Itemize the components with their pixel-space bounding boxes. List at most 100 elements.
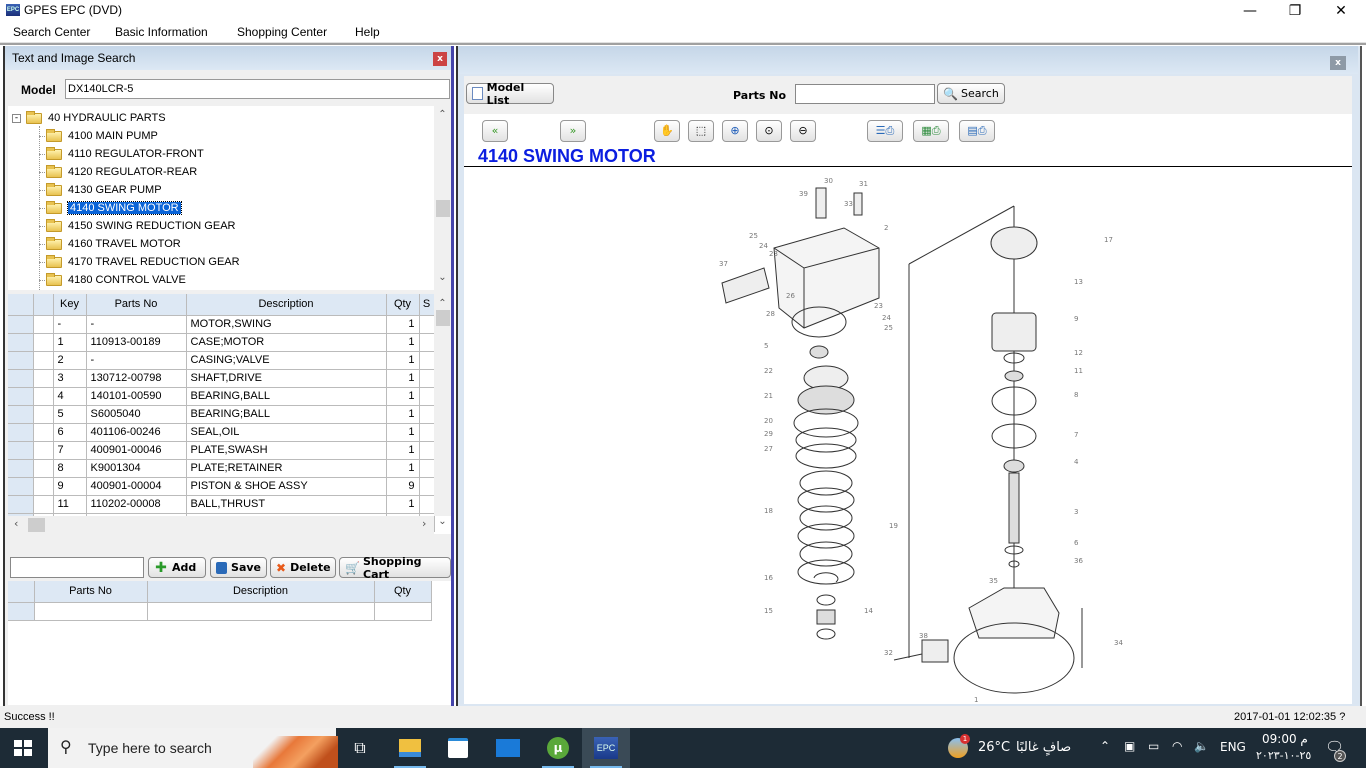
scroll-down-icon[interactable]: ⌄ [434, 516, 451, 527]
part-callout-label[interactable]: 35 [989, 577, 998, 585]
table-row[interactable]: 8 K9001304 PLATE;RETAINER 1 [8, 459, 435, 478]
zoom-fit-button[interactable]: ⊙ [756, 120, 782, 142]
part-callout-label[interactable]: 15 [764, 607, 773, 615]
parts-no-input[interactable] [795, 84, 935, 104]
part-callout-label[interactable]: 5 [764, 342, 768, 350]
save-button[interactable]: Save [210, 557, 267, 578]
scroll-right-icon[interactable]: › [422, 517, 426, 530]
column-header-qty[interactable]: Qty [374, 581, 432, 603]
part-callout-label[interactable]: 38 [919, 632, 928, 640]
part-callout-label[interactable]: 9 [1074, 315, 1078, 323]
part-callout-label[interactable]: 39 [799, 190, 808, 198]
table-row[interactable]: 3 130712-00798 SHAFT,DRIVE 1 [8, 369, 435, 388]
tree-node[interactable]: 4150 SWING REDUCTION GEAR [39, 217, 235, 235]
part-callout-label[interactable]: 13 [1074, 278, 1083, 286]
search-button[interactable]: 🔍 Search [937, 83, 1005, 104]
print-list-button[interactable]: ☰⎙ [867, 120, 903, 142]
tree-node[interactable]: 4100 MAIN PUMP [39, 127, 158, 145]
tree-scrollbar[interactable]: ⌃ ⌄ [434, 106, 451, 290]
add-button[interactable]: ✚ Add [148, 557, 206, 578]
part-callout-label[interactable]: 12 [1074, 349, 1083, 357]
wifi-icon[interactable]: ◠ [1172, 739, 1182, 753]
tree-node-parent[interactable]: 40 HYDRAULIC PARTS [26, 109, 166, 127]
part-callout-label[interactable]: 17 [1104, 236, 1113, 244]
weather-temperature[interactable]: 26°C [978, 740, 1010, 755]
part-callout-label[interactable]: 26 [786, 292, 795, 300]
print-image-button[interactable]: ▦⎙ [913, 120, 949, 142]
cell[interactable] [374, 602, 432, 621]
table-row[interactable]: 6 401106-00246 SEAL,OIL 1 [8, 423, 435, 442]
part-callout-label[interactable]: 7 [1074, 431, 1078, 439]
table-row[interactable]: 2- CASING;VALVE 1 [8, 351, 435, 370]
shopping-cart-button[interactable]: 🛒 Shopping Cart [339, 555, 451, 581]
table-row[interactable]: 4 140101-00590 BEARING,BALL 1 [8, 387, 435, 406]
scroll-up-icon[interactable]: ⌃ [434, 298, 451, 309]
part-callout-label[interactable]: 2 [884, 224, 888, 232]
model-input[interactable] [65, 79, 450, 99]
weather-description[interactable]: صافٍ غالبًا [1016, 740, 1071, 755]
part-callout-label[interactable]: 32 [884, 649, 893, 657]
table-row[interactable]: 1 110913-00189 CASE;MOTOR 1 [8, 333, 435, 352]
tree-node[interactable]: 4110 REGULATOR-FRONT [39, 145, 204, 163]
model-list-button[interactable]: Model List [466, 81, 554, 107]
scroll-up-icon[interactable]: ⌃ [434, 109, 451, 120]
meet-now-icon[interactable]: ▣ [1124, 739, 1135, 753]
column-header-description[interactable]: Description [186, 294, 387, 316]
table-row[interactable]: 5 S6005040 BEARING;BALL 1 [8, 405, 435, 424]
column-header-parts-no[interactable]: Parts No [86, 294, 187, 316]
print-all-button[interactable]: ▤⎙ [959, 120, 995, 142]
tree-node[interactable]: 4170 TRAVEL REDUCTION GEAR [39, 253, 240, 271]
part-callout-label[interactable]: 16 [764, 574, 773, 582]
tree-node[interactable]: 4160 TRAVEL MOTOR [39, 235, 181, 253]
menu-search-center[interactable]: Search Center [13, 25, 90, 39]
task-view-button[interactable]: ⧉ [336, 728, 384, 768]
part-callout-label[interactable]: 31 [859, 180, 868, 188]
utorrent-button[interactable]: µ [534, 728, 582, 768]
collapse-icon[interactable]: - [12, 114, 21, 123]
taskbar-search-box[interactable]: ⚲ Type here to search [48, 728, 338, 768]
file-explorer-button[interactable] [386, 728, 434, 768]
part-callout-label[interactable]: 6 [1074, 539, 1079, 547]
tree-node[interactable]: 4120 REGULATOR-REAR [39, 163, 197, 181]
zoom-area-button[interactable]: ⬚ [688, 120, 714, 142]
windows-start-icon[interactable] [14, 740, 32, 756]
part-callout-label[interactable]: 14 [864, 607, 873, 615]
part-callout-label[interactable]: 28 [766, 310, 775, 318]
part-callout-label[interactable]: 3 [1074, 508, 1078, 516]
part-callout-label[interactable]: 23 [769, 250, 778, 258]
part-callout-label[interactable]: 27 [764, 445, 773, 453]
menu-basic-information[interactable]: Basic Information [115, 25, 208, 39]
show-hidden-icons-chevron-icon[interactable]: ⌃ [1100, 739, 1110, 753]
part-callout-label[interactable]: 34 [1114, 639, 1123, 647]
part-callout-label[interactable]: 23 [874, 302, 883, 310]
table-row[interactable]: 9 400901-00004 PISTON & SHOE ASSY 9 [8, 477, 435, 496]
previous-page-button[interactable]: « [482, 120, 508, 142]
grid-vscrollbar[interactable]: ⌃ ⌄ [434, 294, 451, 527]
part-callout-label[interactable]: 22 [764, 367, 773, 375]
scroll-thumb[interactable] [436, 310, 450, 326]
volume-icon[interactable]: 🔈 [1194, 739, 1209, 753]
minimize-button[interactable]: — [1227, 0, 1273, 22]
column-header-description[interactable]: Description [147, 581, 375, 603]
cart-empty-row[interactable] [8, 602, 432, 621]
part-callout-label[interactable]: 11 [1074, 367, 1083, 375]
cell[interactable] [147, 602, 375, 621]
part-callout-label[interactable]: 19 [889, 522, 898, 530]
part-callout-label[interactable]: 8 [1074, 391, 1078, 399]
part-callout-label[interactable]: 4 [1074, 458, 1079, 466]
table-row[interactable]: 11 110202-00008 BALL,THRUST 1 [8, 495, 435, 514]
column-header-qty[interactable]: Qty [386, 294, 420, 316]
table-row[interactable]: - - MOTOR,SWING 1 [8, 315, 435, 334]
part-callout-label[interactable]: 25 [749, 232, 758, 240]
part-callout-label[interactable]: 29 [764, 430, 773, 438]
scroll-left-icon[interactable]: ‹ [14, 517, 18, 530]
part-callout-label[interactable]: 20 [764, 417, 773, 425]
language-indicator[interactable]: ENG [1220, 740, 1246, 754]
grid-hscrollbar[interactable]: ‹ › [8, 516, 434, 534]
delete-button[interactable]: ✖ Delete [270, 557, 336, 578]
maximize-button[interactable]: ❐ [1272, 0, 1318, 22]
column-header-parts-no[interactable]: Parts No [34, 581, 148, 603]
panel-close-button[interactable]: x [1330, 56, 1346, 70]
part-callout-label[interactable]: 21 [764, 392, 773, 400]
menu-help[interactable]: Help [355, 25, 380, 39]
